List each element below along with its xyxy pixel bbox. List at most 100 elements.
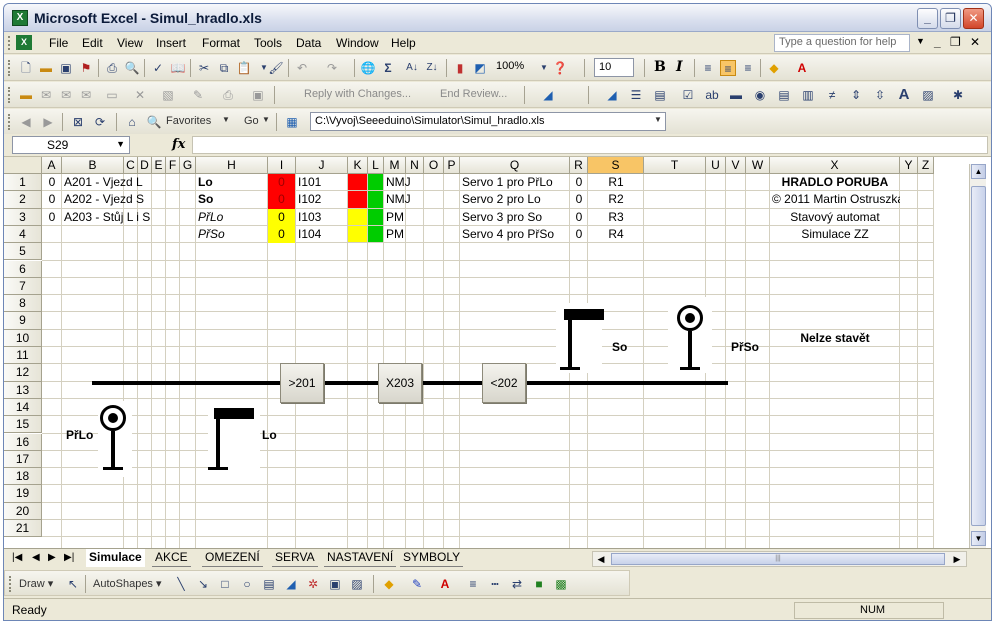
align-right-icon[interactable]: ≡ [740, 60, 756, 76]
column-header[interactable]: C [124, 157, 138, 174]
cell-s4[interactable]: R4 [588, 226, 644, 243]
reply-with-changes-button[interactable]: Reply with Changes... [304, 88, 411, 100]
column-header[interactable]: R [570, 157, 588, 174]
dash-style-icon[interactable]: ┅ [487, 576, 503, 592]
cell-i4[interactable]: 0 [268, 225, 295, 244]
font-color-icon[interactable]: A [794, 60, 810, 76]
scroll-right-icon[interactable]: ▶ [949, 552, 965, 566]
column-header[interactable]: L [368, 157, 384, 174]
column-header[interactable]: I [268, 157, 296, 174]
help-dropdown-icon[interactable]: ▼ [916, 36, 925, 46]
menu-insert[interactable]: Insert [156, 36, 186, 50]
cell-m1[interactable]: NMJ [384, 174, 424, 191]
toolbar-grip[interactable] [8, 87, 11, 103]
oval-icon[interactable]: ○ [239, 576, 255, 592]
row-header[interactable]: 14 [4, 398, 42, 417]
home-icon[interactable]: ⌂ [124, 114, 140, 130]
menu-edit[interactable]: Edit [82, 36, 103, 50]
go-menu[interactable]: Go [244, 115, 259, 127]
italic-button[interactable]: I [676, 59, 683, 75]
first-sheet-icon[interactable]: |◀ [12, 552, 22, 563]
cut-icon[interactable]: ✂ [196, 60, 212, 76]
cell-a3[interactable]: 0 [42, 209, 62, 226]
scrollbar-icon[interactable]: ⇳ [872, 87, 888, 103]
menubar-grip[interactable] [8, 36, 11, 50]
delete-comment-icon[interactable]: ✕ [132, 87, 148, 103]
shadow-icon[interactable]: ■ [531, 576, 547, 592]
column-header[interactable]: W [746, 157, 770, 174]
row-header[interactable]: 16 [4, 433, 42, 451]
cell-j3[interactable]: I103 [296, 209, 348, 226]
cell-r1[interactable]: 0 [570, 174, 588, 191]
print-preview-icon[interactable]: 🔍 [124, 60, 140, 76]
horizontal-scrollbar[interactable]: ◀ ||| ▶ [592, 551, 967, 567]
chart-icon[interactable]: ◢ [540, 87, 556, 103]
cell-h1[interactable]: Lo [196, 174, 268, 191]
open-icon[interactable]: ▬ [38, 60, 54, 76]
checkbox-icon[interactable]: ☑ [680, 87, 696, 103]
show-only-web-icon[interactable]: ▦ [284, 114, 300, 130]
drawing-icon[interactable]: ◩ [472, 60, 488, 76]
sort-descending-icon[interactable]: Z↓ [424, 60, 440, 76]
row-header[interactable]: 10 [4, 329, 42, 347]
cell-fill[interactable] [348, 225, 367, 243]
cell-b3[interactable]: A203 - Stůj L i S [62, 209, 196, 226]
cell-r3[interactable]: 0 [570, 209, 588, 226]
column-header[interactable]: D [138, 157, 152, 174]
cell-q2[interactable]: Servo 2 pro Lo [460, 191, 570, 208]
cell-s2[interactable]: R2 [588, 191, 644, 208]
name-box[interactable]: S29 ▼ [12, 136, 130, 154]
row-header[interactable]: 19 [4, 485, 42, 503]
go-dropdown-icon[interactable]: ▼ [262, 115, 270, 124]
review-folder-icon[interactable]: ▬ [18, 87, 34, 103]
column-header[interactable]: U [706, 157, 726, 174]
address-dropdown-icon[interactable]: ▼ [654, 115, 662, 124]
row-header[interactable]: 18 [4, 468, 42, 486]
sort-ascending-icon[interactable]: A↓ [404, 60, 420, 76]
listbox-icon[interactable]: ▤ [776, 87, 792, 103]
doc-minimize-button[interactable]: _ [934, 35, 941, 49]
print-review-icon[interactable]: ⎙ [220, 87, 236, 103]
row-header[interactable]: 20 [4, 502, 42, 520]
cell-x10[interactable]: Nelze stavět [770, 330, 900, 347]
review-icon[interactable]: ✉ [38, 87, 54, 103]
cell-fill[interactable] [368, 225, 383, 243]
menu-data[interactable]: Data [296, 36, 321, 50]
row-header[interactable]: 7 [4, 277, 42, 296]
cell-r2[interactable]: 0 [570, 191, 588, 208]
search-web-icon[interactable]: 🔍 [146, 114, 162, 130]
row-header[interactable]: 21 [4, 520, 42, 538]
column-header[interactable]: O [424, 157, 444, 174]
sheet-tab-4[interactable]: NASTAVENÍ [324, 549, 397, 567]
end-review-button[interactable]: End Review... [440, 88, 507, 100]
cell-x1[interactable]: HRADLO PORUBA [770, 174, 900, 191]
signal-prilo-light-icon[interactable] [100, 405, 126, 431]
minimize-button[interactable]: _ [917, 8, 938, 29]
stop-icon[interactable]: ⊠ [70, 114, 86, 130]
column-header[interactable]: P [444, 157, 460, 174]
toolbar-grip[interactable] [9, 576, 12, 592]
permission-icon[interactable]: ⚑ [78, 60, 94, 76]
toolbar-grip[interactable] [8, 60, 11, 76]
insert-function-icon[interactable]: fx [172, 137, 185, 152]
forward-icon[interactable]: ▶ [40, 114, 56, 130]
cell-h3[interactable]: PřLo [196, 209, 268, 226]
column-header[interactable]: X [770, 157, 900, 174]
menu-file[interactable]: File [49, 36, 68, 50]
cell-x4[interactable]: Simulace ZZ [770, 226, 900, 243]
route-button-202[interactable]: <202 [482, 363, 526, 403]
scroll-down-icon[interactable]: ▼ [971, 531, 986, 546]
favorites-menu[interactable]: Favorites [166, 115, 211, 127]
signal-lo-arm[interactable] [214, 408, 254, 419]
arrow-icon[interactable]: ↘ [195, 576, 211, 592]
row-header[interactable]: 1 [4, 174, 42, 192]
column-header[interactable]: Y [900, 157, 918, 174]
column-header[interactable]: V [726, 157, 746, 174]
form-design-icon[interactable]: ◢ [604, 87, 620, 103]
cell-q1[interactable]: Servo 1 pro PřLo [460, 174, 570, 191]
spelling-icon[interactable]: ✓ [150, 60, 166, 76]
cell-m4[interactable]: PM [384, 226, 424, 243]
line-style-icon[interactable]: ≡ [465, 576, 481, 592]
redo-icon[interactable]: ↷ [324, 60, 340, 76]
select-objects-icon[interactable]: ↖ [65, 576, 81, 592]
